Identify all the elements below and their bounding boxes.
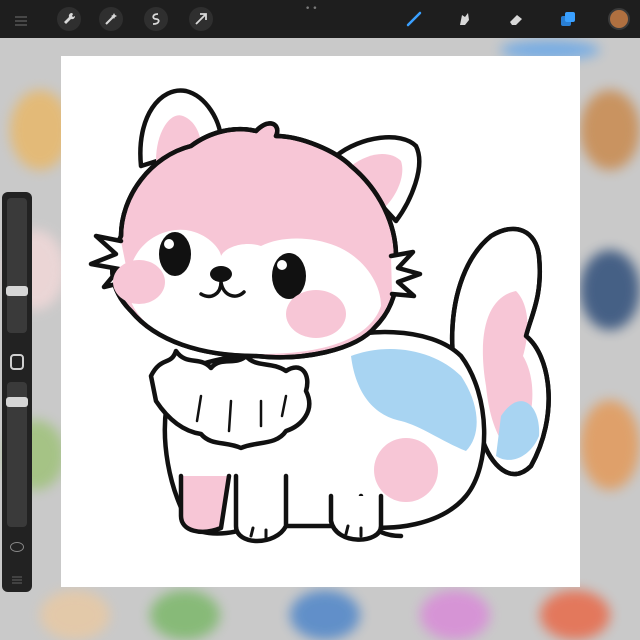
selection-icon[interactable] xyxy=(144,7,168,31)
layers-icon[interactable] xyxy=(556,7,580,31)
current-color-swatch[interactable] xyxy=(608,8,630,30)
redo-icon[interactable] xyxy=(11,570,23,589)
smudge-icon[interactable] xyxy=(452,7,476,31)
adjustments-wand-icon[interactable] xyxy=(99,7,123,31)
gallery-menu-icon[interactable] xyxy=(14,12,28,31)
brush-icon[interactable] xyxy=(402,7,426,31)
puppy-illustration xyxy=(88,88,551,544)
top-toolbar: •• xyxy=(0,0,640,38)
actions-wrench-icon[interactable] xyxy=(57,7,81,31)
left-sidebar xyxy=(2,192,32,592)
eraser-icon[interactable] xyxy=(504,7,528,31)
undo-icon[interactable] xyxy=(10,542,24,552)
brush-size-thumb[interactable] xyxy=(6,286,28,296)
window-grip[interactable]: •• xyxy=(305,4,320,14)
brush-size-slider[interactable] xyxy=(6,198,28,333)
modify-button[interactable] xyxy=(10,354,24,370)
opacity-thumb[interactable] xyxy=(6,397,28,407)
opacity-slider[interactable] xyxy=(6,382,28,527)
transform-arrow-icon[interactable] xyxy=(189,7,213,31)
drawing-canvas[interactable] xyxy=(61,56,580,587)
